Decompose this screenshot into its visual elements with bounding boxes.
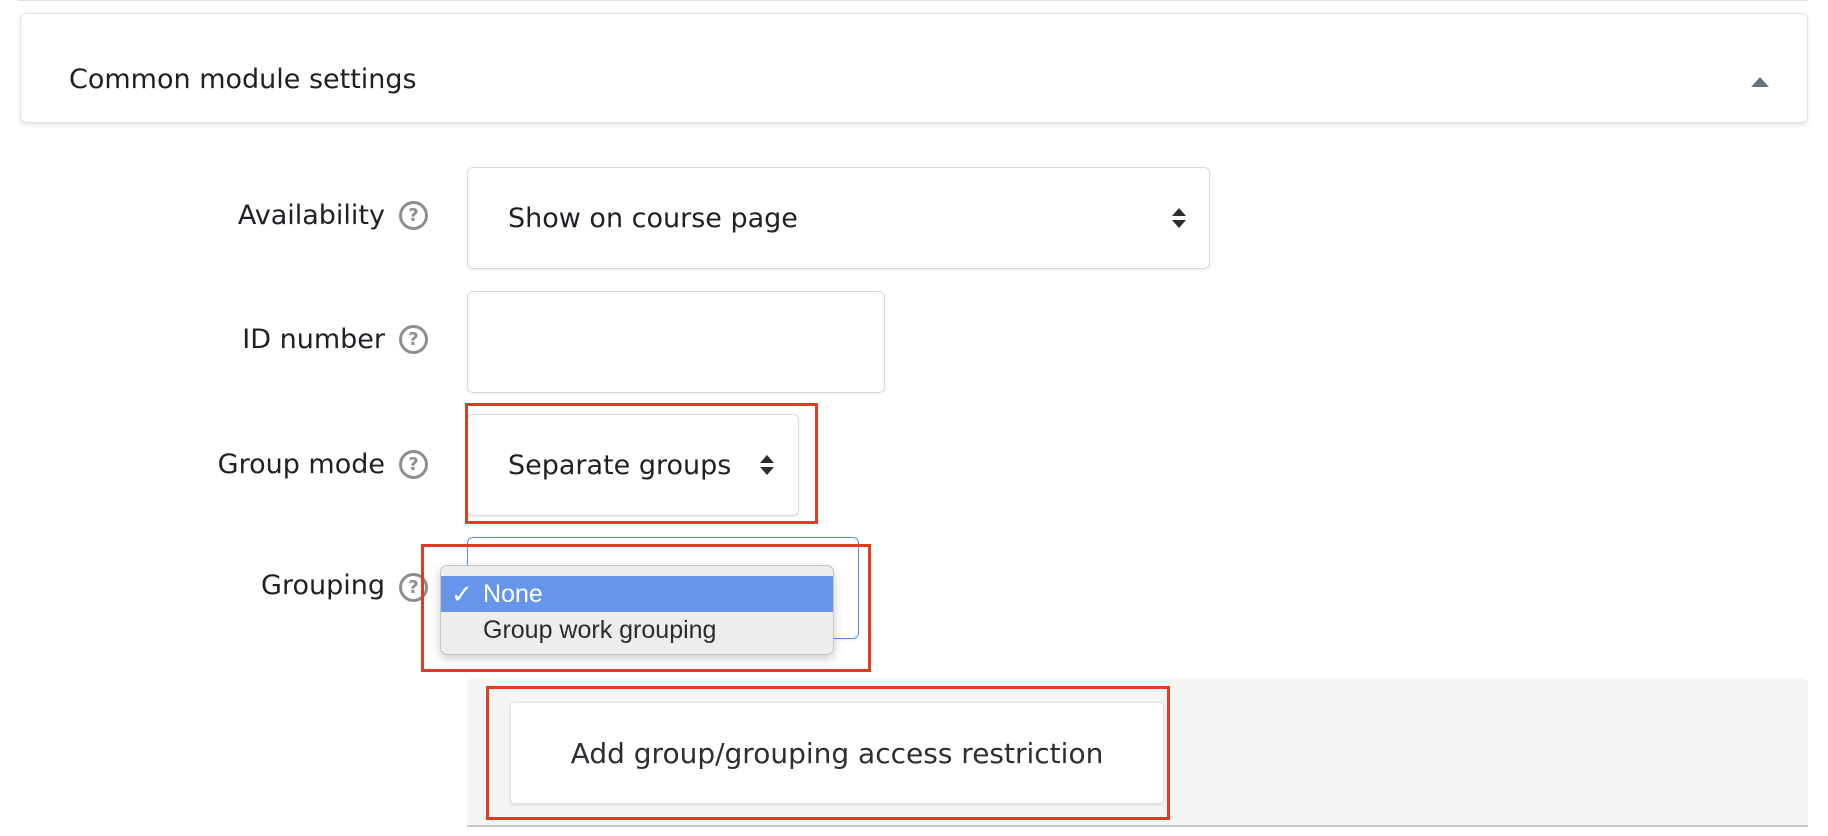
grouping-option-none[interactable]: ✓ None — [441, 576, 833, 612]
option-label: None — [483, 580, 543, 608]
sort-arrows-icon — [760, 454, 774, 476]
group-mode-select[interactable]: Separate groups — [467, 414, 799, 516]
group-mode-select-value: Separate groups — [508, 449, 732, 481]
availability-help-icon[interactable]: ? — [399, 201, 428, 230]
section-header-common-module-settings[interactable]: Common module settings — [20, 13, 1808, 123]
availability-label: Availability — [237, 200, 385, 231]
grouping-label: Grouping — [261, 570, 385, 601]
group-mode-label: Group mode — [217, 449, 385, 480]
id-number-input[interactable] — [467, 291, 885, 393]
group-mode-help-icon[interactable]: ? — [399, 450, 428, 479]
availability-select[interactable]: Show on course page — [467, 167, 1210, 269]
checkmark-icon: ✓ — [451, 579, 473, 609]
id-number-help-icon[interactable]: ? — [399, 325, 428, 354]
section-title: Common module settings — [69, 64, 417, 95]
grouping-help-icon[interactable]: ? — [399, 573, 428, 602]
top-divider — [18, 0, 1808, 1]
add-access-restriction-button[interactable]: Add group/grouping access restriction — [510, 702, 1164, 804]
id-number-label: ID number — [242, 324, 385, 355]
grouping-option-group-work-grouping[interactable]: Group work grouping — [441, 612, 833, 648]
caret-up-icon[interactable] — [1751, 77, 1769, 87]
grouping-dropdown-list: ✓ None Group work grouping — [440, 565, 834, 655]
option-label: Group work grouping — [483, 616, 717, 644]
sort-arrows-icon — [1172, 207, 1186, 229]
availability-select-value: Show on course page — [508, 202, 798, 234]
